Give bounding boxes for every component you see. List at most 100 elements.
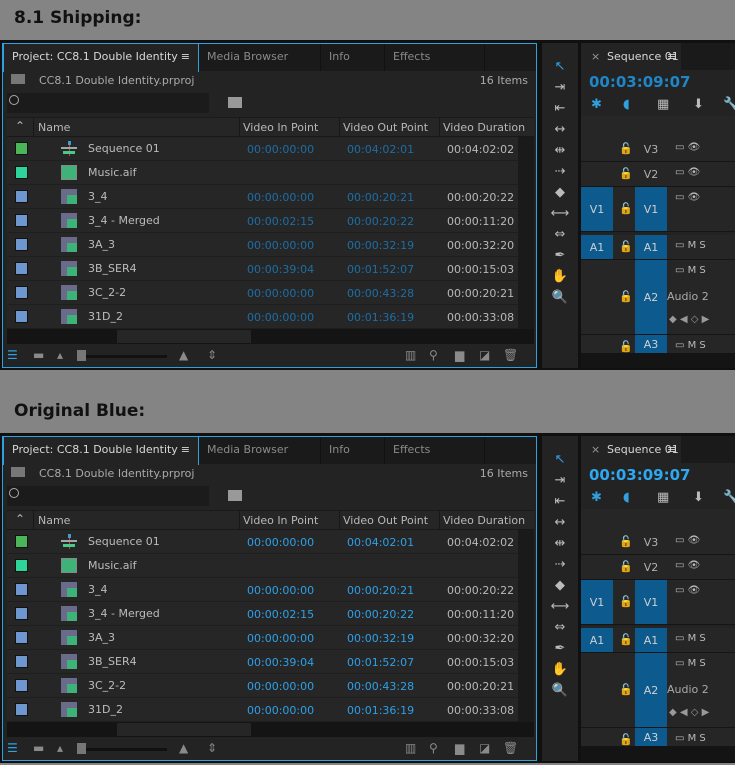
timeline-horizontal-scrollbar[interactable]	[581, 746, 735, 761]
video-out-point[interactable]: 00:01:52:07	[347, 656, 414, 669]
list-item[interactable]: 3B_SER4 00:00:39:04 00:01:52:07 00:00:15:03	[7, 257, 518, 281]
razor-icon[interactable]: ◆	[542, 185, 578, 200]
track-target[interactable]: A3	[635, 728, 667, 747]
tab-3[interactable]: Effects	[385, 44, 485, 71]
video-out-point[interactable]: 00:01:36:19	[347, 311, 414, 324]
column-header-1[interactable]: Video In Point	[243, 121, 318, 134]
zoom-large-icon[interactable]: ▲	[179, 741, 188, 755]
panel-menu-icon[interactable]: ≡	[667, 43, 676, 70]
video-out-point[interactable]: 00:00:43:28	[347, 287, 414, 300]
list-view-icon[interactable]: ☰	[7, 741, 18, 755]
rolling-edit-icon[interactable]: ⇹	[542, 536, 578, 551]
column-header-0[interactable]: Name	[38, 121, 70, 134]
label-color-swatch[interactable]	[15, 142, 28, 155]
hand-icon[interactable]: ✋	[542, 269, 578, 284]
add-marker-icon[interactable]: ⬇	[693, 490, 704, 505]
video-in-point[interactable]: 00:00:00:00	[247, 191, 314, 204]
clear-icon[interactable]: 🗑	[503, 741, 518, 755]
icon-view-icon[interactable]: ▬	[33, 348, 44, 362]
column-header-3[interactable]: Video Duration	[443, 514, 525, 527]
video-out-point[interactable]: 00:00:32:19	[347, 239, 414, 252]
track-lock-icon[interactable]: 🔓	[619, 340, 633, 353]
list-item[interactable]: 3_4 - Merged 00:00:02:15 00:00:20:22 00:00:…	[7, 209, 518, 233]
label-color-swatch[interactable]	[15, 679, 28, 692]
column-divider[interactable]	[239, 511, 240, 531]
zoom-small-icon[interactable]: ▴	[57, 741, 63, 755]
source-patch[interactable]	[581, 137, 613, 161]
zoom-icon[interactable]: 🔍	[542, 290, 578, 305]
vertical-scrollbar[interactable]	[518, 137, 534, 329]
sort-icon[interactable]: ⌃	[15, 512, 25, 526]
slide-icon[interactable]: ⇔	[542, 227, 578, 242]
column-divider[interactable]	[439, 511, 440, 531]
track-target[interactable]: V2	[635, 555, 667, 579]
ripple-edit-icon[interactable]: ↔	[542, 515, 578, 530]
video-out-point[interactable]: 00:00:20:22	[347, 215, 414, 228]
list-item[interactable]: 3C_2-2 00:00:00:00 00:00:43:28 00:00:20:21	[7, 674, 518, 698]
zoom-large-icon[interactable]: ▲	[179, 348, 188, 362]
find-icon[interactable]: ⚲	[429, 741, 438, 755]
source-patch[interactable]: A1	[581, 235, 613, 259]
label-color-swatch[interactable]	[15, 310, 28, 323]
track-toggle-icons[interactable]: ▭ 👁	[675, 560, 700, 571]
video-in-point[interactable]: 00:00:00:00	[247, 680, 314, 693]
folder-up-icon[interactable]	[11, 467, 25, 477]
automate-to-sequence-icon[interactable]: ▥	[405, 741, 416, 755]
label-color-swatch[interactable]	[15, 286, 28, 299]
video-out-point[interactable]: 00:01:36:19	[347, 704, 414, 717]
label-color-swatch[interactable]	[15, 583, 28, 596]
tab-sequence-01[interactable]: × Sequence 01 ≡	[581, 436, 681, 463]
video-out-point[interactable]: 00:01:52:07	[347, 263, 414, 276]
list-item[interactable]: 3_4 00:00:00:00 00:00:20:21 00:00:20:22	[7, 185, 518, 209]
time-ruler[interactable]	[581, 116, 735, 137]
track-toggle-icons[interactable]: ▭ M S	[675, 240, 706, 251]
track-toggle-icons[interactable]: ▭ 👁	[675, 192, 700, 203]
automate-to-sequence-icon[interactable]: ▥	[405, 348, 416, 362]
video-in-point[interactable]: 00:00:39:04	[247, 263, 314, 276]
track-target[interactable]: A1	[635, 628, 667, 652]
clear-icon[interactable]: 🗑	[503, 348, 518, 362]
folder-up-icon[interactable]	[11, 74, 25, 84]
snap-icon[interactable]: ◖	[623, 97, 630, 112]
close-tab-button[interactable]: ×	[591, 436, 600, 463]
video-out-point[interactable]: 00:00:32:19	[347, 632, 414, 645]
tab-3[interactable]: Effects	[385, 437, 485, 464]
video-in-point[interactable]: 00:00:02:15	[247, 608, 314, 621]
sort-icons-icon[interactable]: ⇕	[207, 741, 217, 755]
razor-icon[interactable]: ◆	[542, 578, 578, 593]
slider-handle[interactable]	[77, 350, 86, 361]
tab-2[interactable]: Info	[321, 44, 385, 71]
list-item[interactable]: Music.aif	[7, 161, 518, 185]
track-lock-icon[interactable]: 🔓	[619, 683, 633, 696]
scrollbar-thumb[interactable]	[117, 330, 251, 343]
tab-2[interactable]: Info	[321, 437, 385, 464]
settings-wrench-icon[interactable]: 🔧	[723, 490, 735, 505]
source-patch[interactable]	[581, 260, 613, 334]
column-divider[interactable]	[439, 118, 440, 138]
video-in-point[interactable]: 00:00:00:00	[247, 584, 314, 597]
tab-1[interactable]: Media Browser	[199, 437, 321, 464]
label-color-swatch[interactable]	[15, 190, 28, 203]
track-target[interactable]: V3	[635, 530, 667, 554]
track-toggle-icons[interactable]: ▭ M S	[675, 340, 706, 351]
slip-icon[interactable]: ⟷	[542, 206, 578, 221]
track-target[interactable]: A1	[635, 235, 667, 259]
track-lock-icon[interactable]: 🔓	[619, 733, 633, 746]
column-header-2[interactable]: Video Out Point	[343, 121, 428, 134]
new-search-bin-icon[interactable]	[228, 97, 242, 108]
column-header-3[interactable]: Video Duration	[443, 121, 525, 134]
list-item[interactable]: 3_4 - Merged 00:00:02:15 00:00:20:22 00:00:…	[7, 602, 518, 626]
track-select-forward-icon[interactable]: ⇥	[542, 473, 578, 488]
list-item[interactable]: 31D_2 00:00:00:00 00:01:36:19 00:00:33:08	[7, 305, 518, 329]
video-in-point[interactable]: 00:00:02:15	[247, 215, 314, 228]
video-out-point[interactable]: 00:04:02:01	[347, 536, 414, 549]
new-bin-icon[interactable]: ▆	[455, 741, 464, 755]
track-target[interactable]: A2	[635, 260, 667, 334]
list-item[interactable]: 3A_3 00:00:00:00 00:00:32:19 00:00:32:20	[7, 233, 518, 257]
label-color-swatch[interactable]	[15, 214, 28, 227]
sort-icon[interactable]: ⌃	[15, 119, 25, 133]
label-color-swatch[interactable]	[15, 703, 28, 716]
list-item[interactable]: Music.aif	[7, 554, 518, 578]
selection-tool-icon[interactable]: ↖	[542, 452, 578, 467]
rate-stretch-icon[interactable]: ⇢	[542, 164, 578, 179]
